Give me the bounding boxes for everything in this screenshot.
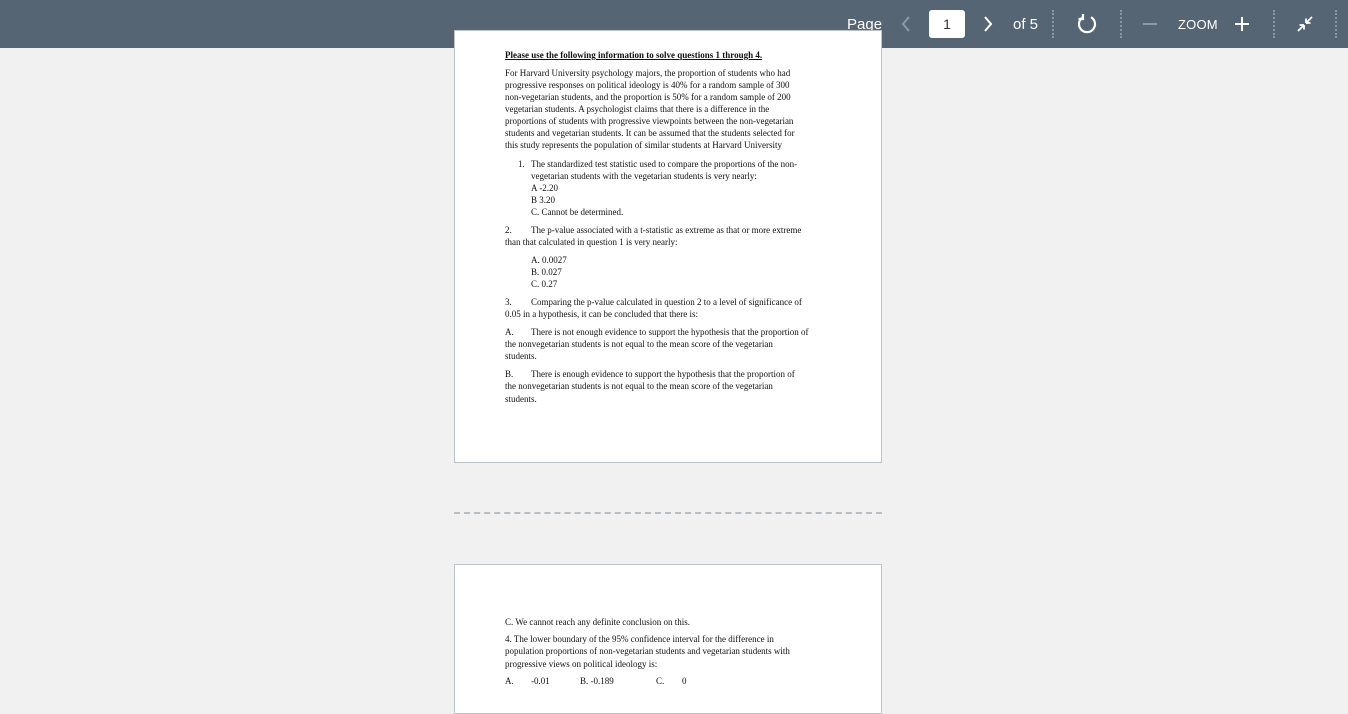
page-number-input[interactable] [929, 10, 965, 38]
answer-option: C. 0.27 [531, 279, 558, 289]
page-break-divider [454, 512, 882, 514]
plus-icon [1235, 17, 1249, 31]
question-text: vegetarian students with the vegetarian … [531, 171, 757, 181]
intro-line: non-vegetarian students, and the proport… [505, 92, 791, 102]
answer-option: C. We cannot reach any definite conclusi… [505, 617, 691, 627]
minus-icon [1143, 23, 1157, 25]
question-text: Comparing the p-value calculated in ques… [531, 297, 802, 307]
intro-line: this study represents the population of … [505, 140, 782, 150]
chevron-left-icon [901, 16, 910, 32]
answer-option: There is enough evidence to support the … [531, 369, 795, 379]
answer-option: the nonvegetarian students is not equal … [505, 339, 773, 349]
next-page-button[interactable] [980, 0, 996, 48]
previous-page-button[interactable] [898, 0, 914, 48]
chevron-right-icon [984, 16, 993, 32]
answer-option: A. 0.0027 [531, 255, 567, 265]
intro-line: progressive responses on political ideol… [505, 80, 790, 90]
answer-option: There is not enough evidence to support … [531, 327, 809, 337]
question-number: 3. [505, 297, 512, 307]
intro-line: proportions of students with progressive… [505, 116, 794, 126]
answer-option: students. [505, 351, 537, 361]
toolbar-divider [1120, 10, 1122, 38]
answer-letter: B. [505, 369, 514, 379]
answer-option: B. -0.189 [580, 676, 614, 686]
answer-option: C. Cannot be determined. [531, 207, 624, 217]
collapse-icon [1297, 16, 1313, 32]
question-text: 4. The lower boundary of the 95% confide… [505, 634, 774, 644]
answer-option: 0 [682, 676, 687, 686]
zoom-label: ZOOM [1178, 16, 1218, 32]
answer-option: B. 0.027 [531, 267, 562, 277]
question-number: 1. [518, 159, 525, 169]
instructions-heading: Please use the following information to … [505, 50, 763, 60]
toolbar-divider [1335, 10, 1337, 38]
intro-line: vegetarian students. A psychologist clai… [505, 104, 770, 114]
answer-letter: A. [505, 676, 514, 686]
rotate-icon [1077, 14, 1097, 34]
rotate-button[interactable] [1075, 0, 1099, 48]
question-text: progressive views on political ideology … [505, 659, 658, 669]
toolbar-divider [1273, 10, 1275, 38]
question-number: 2. [505, 225, 512, 235]
question-text: The p-value associated with a t-statisti… [531, 225, 802, 235]
answer-letter: A. [505, 327, 514, 337]
zoom-out-button[interactable] [1141, 0, 1159, 48]
question-text: than that calculated in question 1 is ve… [505, 237, 678, 247]
intro-line: students and vegetarian students. It can… [505, 128, 795, 138]
answer-option: A -2.20 [531, 183, 558, 193]
page-count: of 5 [1013, 15, 1039, 33]
question-text: The standardized test statistic used to … [531, 159, 798, 169]
exit-fullscreen-button[interactable] [1294, 0, 1316, 48]
question-text: 0.05 in a hypothesis, it can be conclude… [505, 309, 698, 319]
answer-option: students. [505, 394, 537, 404]
question-text: population proportions of non-vegetarian… [505, 646, 790, 656]
intro-line: For Harvard University psychology majors… [505, 68, 791, 78]
answer-option: the nonvegetarian students is not equal … [505, 381, 773, 391]
toolbar-divider [1052, 10, 1054, 38]
answer-option: B 3.20 [531, 195, 556, 205]
zoom-in-button[interactable] [1232, 0, 1252, 48]
answer-option: -0.01 [531, 676, 550, 686]
answer-letter: C. [656, 676, 665, 686]
